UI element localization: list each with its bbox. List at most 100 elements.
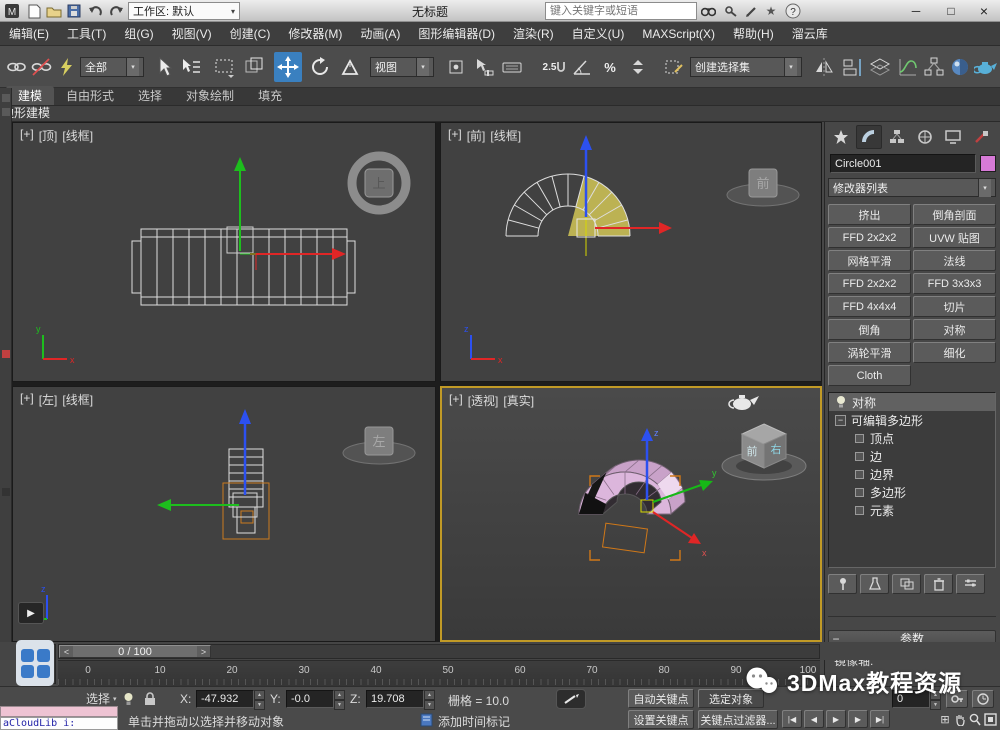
zoom-icon[interactable] xyxy=(968,711,982,727)
plugin-launcher-icon[interactable] xyxy=(16,640,54,686)
viewport-shading-mode[interactable]: [线框] xyxy=(62,391,93,408)
transform-gizmo[interactable] xyxy=(234,157,346,270)
snap-toggle-icon[interactable]: 2.5 xyxy=(540,52,568,82)
collapse-icon[interactable]: − xyxy=(835,414,846,426)
pin-stack-button[interactable] xyxy=(828,574,857,594)
time-slider-track[interactable]: < 0 / 100 > xyxy=(58,644,820,659)
menu-item-渲染(R)[interactable]: 渲染(R) xyxy=(504,22,563,46)
save-icon[interactable] xyxy=(64,2,84,20)
viewport-shading-mode[interactable]: [真实] xyxy=(503,392,534,409)
search-input[interactable] xyxy=(545,2,697,20)
set-key-button[interactable]: 设置关键点 xyxy=(628,710,694,729)
stack-item-多边形[interactable]: 多边形 xyxy=(829,483,995,501)
plugin-expand-button[interactable]: ▶ xyxy=(18,602,44,624)
align-icon[interactable] xyxy=(838,52,866,82)
macro-recorder-strip[interactable] xyxy=(0,706,118,717)
angle-snap-icon[interactable] xyxy=(568,52,596,82)
key-filters-button[interactable]: 关键点过滤器... xyxy=(698,710,778,729)
modifier-button-涡轮平滑[interactable]: 涡轮平滑 xyxy=(828,342,911,363)
viewport-perspective[interactable]: [+] [透视] [真实] z y x 前 右 xyxy=(440,386,822,642)
tab-motion[interactable] xyxy=(912,125,938,149)
arch-object[interactable] xyxy=(578,459,686,516)
next-frame-button[interactable]: ▶ xyxy=(848,710,868,728)
menu-item-溜云库[interactable]: 溜云库 xyxy=(783,22,837,46)
bind-to-space-warp-icon[interactable] xyxy=(52,52,80,82)
favorites-star-icon[interactable]: ★ xyxy=(762,2,780,20)
maxscript-mini-listener[interactable]: aCloudLib i: xyxy=(0,717,118,730)
go-to-end-button[interactable]: ▶| xyxy=(870,710,890,728)
spinner-snap-icon[interactable] xyxy=(624,52,652,82)
menu-item-编辑(E)[interactable]: 编辑(E) xyxy=(0,22,58,46)
minimize-button[interactable]: ─ xyxy=(900,0,932,21)
viewport-left[interactable]: [+] [左] [线框] z y 左 xyxy=(12,386,436,642)
isolate-selection-icon[interactable] xyxy=(120,691,138,707)
viewport-menu-plus[interactable]: [+] xyxy=(448,127,462,144)
viewport-menu-plus[interactable]: [+] xyxy=(20,127,34,144)
zoom-extents-icon[interactable]: ⊞ xyxy=(938,711,952,727)
viewcube[interactable]: 前 右 xyxy=(721,423,807,481)
docked-tool-icon[interactable] xyxy=(2,488,10,496)
schematic-view-icon[interactable] xyxy=(920,52,948,82)
remove-modifier-button[interactable] xyxy=(924,574,953,594)
redo-icon[interactable] xyxy=(106,2,126,20)
keyboard-shortcut-override-icon[interactable] xyxy=(498,52,526,82)
menu-item-帮助(H)[interactable]: 帮助(H) xyxy=(724,22,783,46)
z-coordinate-field[interactable] xyxy=(366,690,424,708)
communication-icon[interactable] xyxy=(722,2,740,20)
close-button[interactable]: × xyxy=(968,0,1000,21)
mirror-icon[interactable] xyxy=(810,52,838,82)
y-spinner[interactable]: ▲ ▼ xyxy=(334,690,345,710)
stack-item-可编辑多边形[interactable]: − 可编辑多边形 xyxy=(829,411,995,429)
docked-tool-icon[interactable] xyxy=(2,350,10,358)
use-pivot-center-icon[interactable] xyxy=(442,52,470,82)
bulb-icon[interactable] xyxy=(835,395,847,409)
ribbon-tab-填充[interactable]: 填充 xyxy=(246,86,294,105)
viewcube[interactable]: 左 xyxy=(342,426,416,465)
select-object-icon[interactable] xyxy=(150,52,178,82)
object-name-field[interactable] xyxy=(830,154,976,173)
add-time-tag[interactable]: 添加时间标记 xyxy=(438,713,510,730)
modifier-button-细化[interactable]: 细化 xyxy=(913,342,996,363)
unlink-selection-icon[interactable] xyxy=(27,52,55,82)
time-slider-handle[interactable]: < 0 / 100 > xyxy=(59,645,211,658)
open-file-icon[interactable] xyxy=(44,2,64,20)
search-binoculars-icon[interactable] xyxy=(699,2,717,20)
pan-hand-icon[interactable] xyxy=(953,711,967,727)
ribbon-panel-strip[interactable]: 边形建模 xyxy=(0,106,1000,122)
modifier-button-挤出[interactable]: 挤出 xyxy=(828,204,911,225)
ribbon-tab-建模[interactable]: 建模 xyxy=(6,86,55,105)
previous-frame-button[interactable]: ◀ xyxy=(804,710,824,728)
modifier-button-FFD 4x4x4[interactable]: FFD 4x4x4 xyxy=(828,296,911,317)
edit-named-selections-icon[interactable] xyxy=(660,52,688,82)
modifier-button-Cloth[interactable]: Cloth xyxy=(828,365,911,386)
modifier-button-FFD 2x2x2[interactable]: FFD 2x2x2 xyxy=(828,273,911,294)
stack-item-对称[interactable]: 对称 xyxy=(829,393,995,411)
make-unique-button[interactable] xyxy=(892,574,921,594)
material-editor-icon[interactable] xyxy=(946,52,974,82)
modifier-button-UVW 贴图[interactable]: UVW 贴图 xyxy=(913,227,996,248)
stack-item-顶点[interactable]: 顶点 xyxy=(829,429,995,447)
modifier-button-FFD 2x2x2[interactable]: FFD 2x2x2 xyxy=(828,227,911,248)
ribbon-tab-自由形式[interactable]: 自由形式 xyxy=(54,86,126,105)
frame-forward-button[interactable]: > xyxy=(197,646,210,657)
y-coordinate-field[interactable] xyxy=(286,690,334,708)
modifier-button-法线[interactable]: 法线 xyxy=(913,250,996,271)
viewport-view-name[interactable]: [顶] xyxy=(39,127,58,144)
select-and-move-icon[interactable] xyxy=(274,52,302,82)
named-selection-set-combo[interactable]: 创建选择集 ▾ xyxy=(690,57,802,77)
menu-item-修改器(M)[interactable]: 修改器(M) xyxy=(279,22,351,46)
modifier-button-对称[interactable]: 对称 xyxy=(913,319,996,340)
tab-utilities[interactable] xyxy=(968,125,994,149)
modifier-button-FFD 3x3x3[interactable]: FFD 3x3x3 xyxy=(913,273,996,294)
viewport-perspective-canvas[interactable]: z y x 前 右 xyxy=(442,388,820,640)
viewport-shading-mode[interactable]: [线框] xyxy=(490,127,521,144)
render-setup-icon[interactable] xyxy=(972,52,1000,82)
select-by-name-icon[interactable] xyxy=(177,52,205,82)
curve-editor-icon[interactable] xyxy=(894,52,922,82)
modifier-button-切片[interactable]: 切片 xyxy=(913,296,996,317)
app-menu-button[interactable]: M xyxy=(2,2,22,20)
viewport-view-name[interactable]: [透视] xyxy=(468,392,499,409)
auto-key-button[interactable]: 自动关键点 xyxy=(628,689,694,708)
selection-filter-dropdown[interactable]: 全部 ▾ xyxy=(80,57,144,77)
stack-item-边界[interactable]: 边界 xyxy=(829,465,995,483)
